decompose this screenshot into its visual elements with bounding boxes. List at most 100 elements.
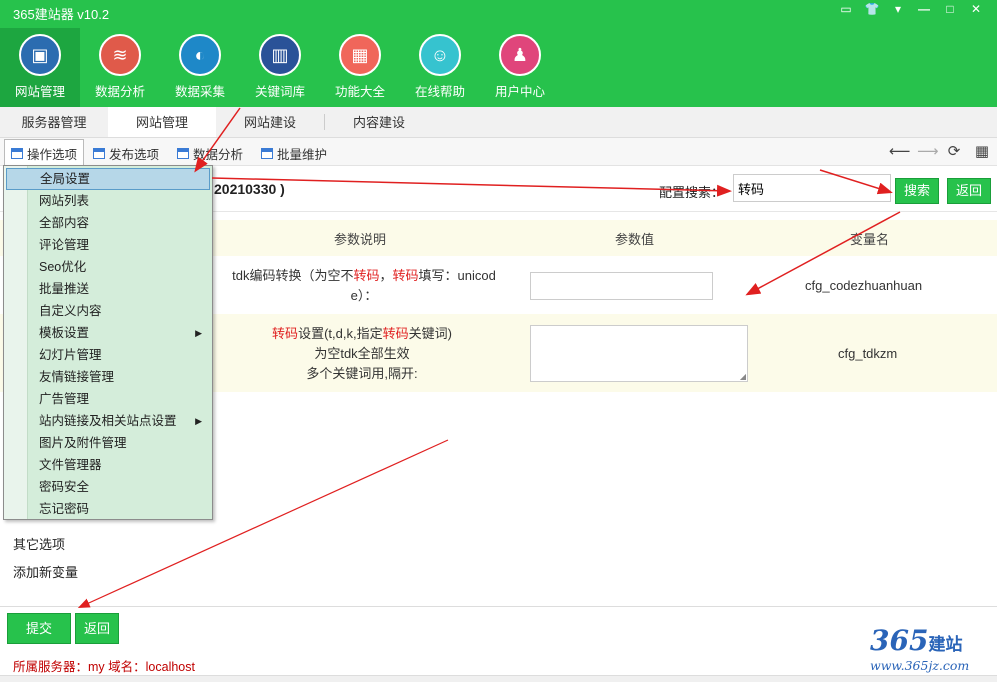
nav-item-edge-browser[interactable]: ◐ 数据采集 bbox=[160, 28, 240, 107]
nav-item-grid[interactable]: ▦ 功能大全 bbox=[320, 28, 400, 107]
add-variable-link[interactable]: 添加新变量 bbox=[13, 562, 78, 581]
config-search-input[interactable] bbox=[733, 174, 891, 202]
toolbar-label: 数据分析 bbox=[193, 148, 244, 162]
menu-item-label: 文件管理器 bbox=[39, 458, 102, 472]
menu-item[interactable]: 自定义内容 bbox=[6, 300, 210, 322]
toolbar-label: 发布选项 bbox=[109, 148, 160, 162]
nav-item-book[interactable]: ▥ 关键词库 bbox=[240, 28, 320, 107]
back-button[interactable]: 返回 bbox=[75, 613, 119, 644]
toolbar-label: 批量维护 bbox=[277, 148, 328, 162]
desc-text: e）： bbox=[350, 288, 378, 303]
toolbar-batch-maintain[interactable]: 批量维护 bbox=[261, 144, 327, 163]
var-name: cfg_tdkzm bbox=[838, 346, 898, 361]
book-icon: ▥ bbox=[259, 34, 301, 76]
status-bar bbox=[0, 675, 997, 682]
nav-item-label: 数据采集 bbox=[174, 85, 225, 99]
menu-item[interactable]: 站内链接及相关站点设置 ▶ bbox=[6, 410, 210, 432]
browser-nav: ⟵ ⟶ ⟳ ▦ bbox=[889, 142, 991, 160]
param-description: tdk编码转换（为空不转码，转码填写：unicod e）： bbox=[214, 266, 514, 306]
tab-content-build[interactable]: 内容建设 bbox=[325, 107, 433, 137]
menu-item-label: 友情链接管理 bbox=[39, 370, 115, 384]
menu-item[interactable]: 图片及附件管理 bbox=[6, 432, 210, 454]
nav-item-monitor[interactable]: ▣ 网站管理 bbox=[0, 28, 80, 107]
menu-item-label: 评论管理 bbox=[39, 238, 90, 252]
skin-icon[interactable]: 👕 bbox=[859, 0, 885, 18]
menu-item-label: 站内链接及相关站点设置 bbox=[39, 414, 177, 428]
config-search-label: 配置搜索： bbox=[659, 185, 725, 200]
desc-text: 为空tdk全部生效 bbox=[314, 346, 410, 361]
back-arrow-icon[interactable]: ⟵ bbox=[889, 142, 911, 160]
maximize-icon[interactable]: □ bbox=[937, 0, 963, 18]
desc-text: 多个关键词用,隔开: bbox=[306, 366, 418, 381]
tab-site-build[interactable]: 网站建设 bbox=[216, 107, 324, 137]
message-icon[interactable]: ▭ bbox=[833, 0, 859, 18]
nav-item-label: 功能大全 bbox=[334, 85, 385, 99]
divider bbox=[0, 606, 997, 607]
menu-item[interactable]: 广告管理 bbox=[6, 388, 210, 410]
menu-item[interactable]: 网站列表 bbox=[6, 190, 210, 212]
nav-item-database[interactable]: ≋ 数据分析 bbox=[80, 28, 160, 107]
minimize-icon[interactable]: — bbox=[911, 0, 937, 18]
header-param-desc: 参数说明 bbox=[334, 231, 387, 247]
menu-item[interactable]: 模板设置 ▶ bbox=[6, 322, 210, 344]
submit-button[interactable]: 提交 bbox=[7, 613, 71, 644]
menu-item[interactable]: Seo优化 bbox=[6, 256, 210, 278]
refresh-icon[interactable]: ⟳ bbox=[945, 142, 963, 160]
menu-item-label: Seo优化 bbox=[39, 260, 87, 274]
nav-item-label: 用户中心 bbox=[494, 85, 545, 99]
menu-item-label: 自定义内容 bbox=[39, 304, 102, 318]
toolbar-operation-options[interactable]: 操作选项 bbox=[4, 139, 85, 166]
grid-icon: ▦ bbox=[339, 34, 381, 76]
header-var-name: 变量名 bbox=[850, 231, 890, 247]
tab-bar: 服务器管理 网站管理 网站建设 内容建设 bbox=[0, 107, 997, 138]
menu-item[interactable]: 密码安全 bbox=[6, 476, 210, 498]
chat-icon: ☺ bbox=[419, 34, 461, 76]
tab-server-manage[interactable]: 服务器管理 bbox=[0, 107, 108, 137]
menu-dropdown-icon[interactable]: ▾ bbox=[885, 0, 911, 18]
window-icon bbox=[93, 148, 105, 159]
toolbar-data-analysis[interactable]: 数据分析 bbox=[177, 144, 243, 163]
menu-item[interactable]: 忘记密码 bbox=[6, 498, 210, 520]
desc-highlight: 转码 bbox=[382, 326, 409, 341]
toolbar-label: 操作选项 bbox=[27, 147, 78, 162]
nav-item-label: 网站管理 bbox=[14, 85, 65, 99]
nav-item-user[interactable]: ♟ 用户中心 bbox=[480, 28, 560, 107]
desc-highlight: 转码 bbox=[353, 268, 380, 283]
menu-item[interactable]: 友情链接管理 bbox=[6, 366, 210, 388]
param-value-textarea[interactable]: ◢ bbox=[530, 325, 748, 382]
param-value-input[interactable] bbox=[530, 272, 713, 300]
menu-item-label: 广告管理 bbox=[39, 392, 90, 406]
desc-text: ， bbox=[379, 268, 393, 283]
resize-grip-icon[interactable]: ◢ bbox=[740, 372, 746, 381]
header-param-value: 参数值 bbox=[615, 231, 655, 247]
search-button[interactable]: 搜索 bbox=[895, 178, 939, 204]
nav-item-label: 在线帮助 bbox=[414, 85, 465, 99]
grid-view-icon[interactable]: ▦ bbox=[973, 142, 991, 160]
other-options-link[interactable]: 其它选项 bbox=[13, 534, 65, 553]
toolbar-publish-options[interactable]: 发布选项 bbox=[93, 144, 159, 163]
back-button[interactable]: 返回 bbox=[947, 178, 991, 204]
edge-browser-icon: ◐ bbox=[179, 34, 221, 76]
desc-text: 设置(t,d,k,指定 bbox=[298, 326, 383, 341]
menu-item[interactable]: 批量推送 bbox=[6, 278, 210, 300]
nav-item-chat[interactable]: ☺ 在线帮助 bbox=[400, 28, 480, 107]
menu-item[interactable]: 全局设置 bbox=[6, 168, 210, 190]
menu-item[interactable]: 全部内容 bbox=[6, 212, 210, 234]
window-icon bbox=[177, 148, 189, 159]
menu-item-label: 网站列表 bbox=[39, 194, 90, 208]
close-icon[interactable]: ✕ bbox=[963, 0, 989, 18]
menu-item[interactable]: 幻灯片管理 bbox=[6, 344, 210, 366]
submenu-arrow-icon: ▶ bbox=[195, 416, 202, 426]
menu-item-label: 全部内容 bbox=[39, 216, 90, 230]
menu-item-label: 全局设置 bbox=[40, 172, 91, 186]
menu-item[interactable]: 文件管理器 bbox=[6, 454, 210, 476]
menu-item-label: 模板设置 bbox=[39, 326, 90, 340]
forward-arrow-icon[interactable]: ⟶ bbox=[917, 142, 939, 160]
menu-item[interactable]: 评论管理 bbox=[6, 234, 210, 256]
database-icon: ≋ bbox=[99, 34, 141, 76]
desc-highlight: 转码 bbox=[392, 268, 419, 283]
brand-logo: 365建站 www.365jz.com bbox=[870, 624, 994, 680]
app-title: 365建站器 v10.2 bbox=[13, 7, 110, 22]
tab-site-manage[interactable]: 网站管理 bbox=[108, 107, 216, 137]
param-description: 转码设置(t,d,k,指定转码关键词) 为空tdk全部生效 多个关键词用,隔开: bbox=[212, 324, 512, 384]
